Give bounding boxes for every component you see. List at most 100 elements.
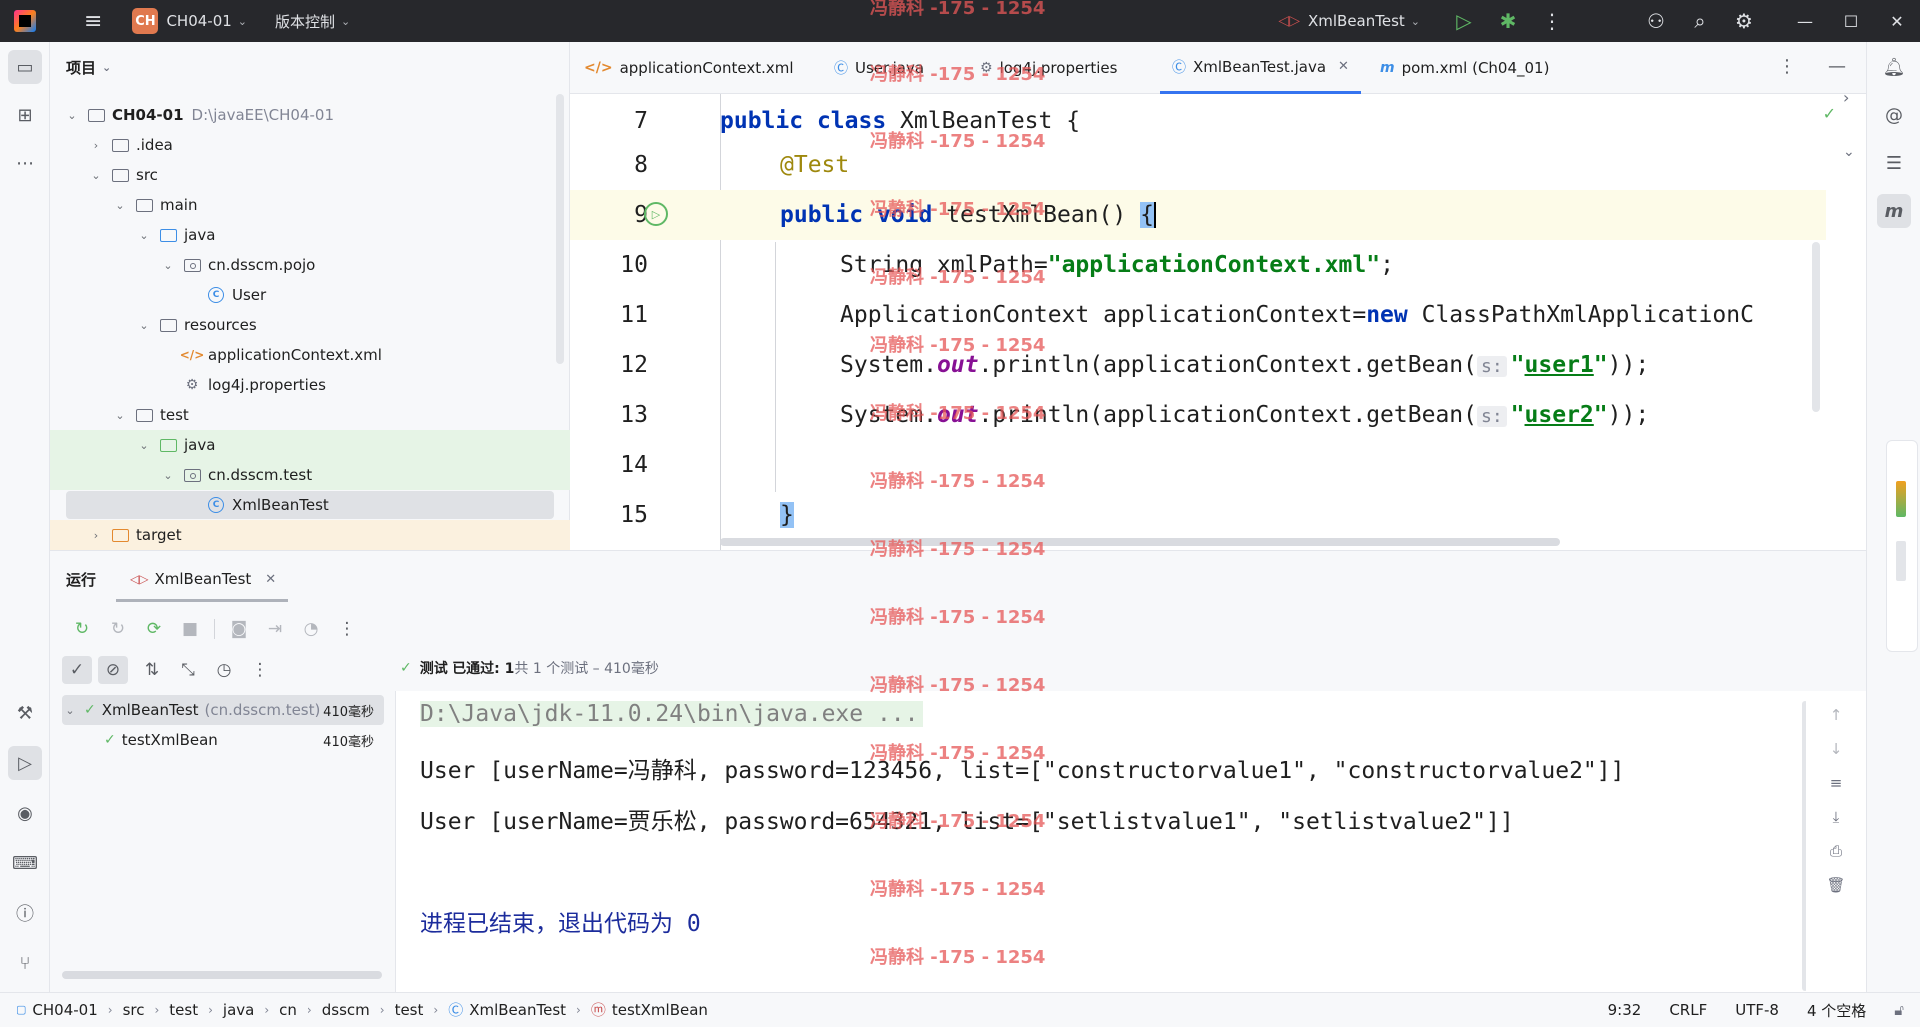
tab-user-java[interactable]: Ⓒ User.java [834, 42, 924, 94]
tree-item-log4j-properties[interactable]: ⚙ log4j.properties [50, 370, 570, 400]
console-output[interactable]: D:\Java\jdk-11.0.24\bin\java.exe ... Use… [396, 691, 1806, 993]
ai-assistant-icon[interactable]: @ [1877, 98, 1911, 132]
code-line-13[interactable]: 13 System.out.println(applicationContext… [570, 390, 1826, 440]
run-configuration-selector[interactable]: ◁▷ XmlBeanTest ⌄ [1278, 12, 1420, 30]
tabs-more-icon[interactable]: ⋮ [1778, 56, 1796, 77]
project-scrollbar[interactable] [556, 94, 564, 364]
notifications-bell-icon[interactable]: 🔔︎ [1877, 50, 1911, 84]
project-selector[interactable]: CH04-01 [166, 12, 231, 30]
indent-setting[interactable]: 4 个空格 [1807, 1000, 1866, 1021]
camera-icon[interactable]: ◙ [221, 613, 257, 645]
chevron-down-icon[interactable]: ⌄ [160, 259, 176, 272]
problems-icon[interactable]: ⓘ [8, 896, 42, 930]
tree-item-main-java[interactable]: ⌄ java [50, 220, 570, 250]
code-line-15[interactable]: 15 } [570, 490, 1826, 540]
chevron-down-icon[interactable]: ⌄ [112, 409, 128, 422]
tree-item-test-package[interactable]: ⌄ cn.dsscm.test [50, 460, 570, 490]
chevron-down-icon[interactable]: ⌄ [88, 169, 104, 182]
run-test-gutter-icon[interactable]: ▷ [644, 202, 668, 226]
chevron-down-icon[interactable]: ⌄ [1843, 144, 1855, 160]
tree-item-test-java[interactable]: ⌄ java [50, 430, 570, 460]
cursor-position[interactable]: 9:32 [1608, 1001, 1642, 1019]
tree-item-xmlbeantest-class[interactable]: C XmlBeanTest [50, 490, 570, 520]
breadcrumb-item[interactable]: java [223, 1001, 254, 1019]
run-panel-icon[interactable]: ▷ [8, 746, 42, 780]
breadcrumb-item[interactable]: dsscm [322, 1001, 370, 1019]
more-options-icon[interactable]: ⋮ [329, 613, 365, 645]
tree-item-src[interactable]: ⌄ src [50, 160, 570, 190]
tree-item-main[interactable]: ⌄ main [50, 190, 570, 220]
tab-run-xmlbeantest[interactable]: ◁▷ XmlBeanTest ✕ [130, 570, 276, 588]
tree-item-pojo-package[interactable]: ⌄ cn.dsscm.pojo [50, 250, 570, 280]
tab-log4j-properties[interactable]: ⚙ log4j.properties [980, 42, 1117, 94]
close-tab-icon[interactable]: ✕ [1338, 59, 1349, 74]
close-button[interactable]: ✕ [1874, 0, 1920, 42]
intellij-logo-icon[interactable] [14, 10, 36, 32]
more-tools-icon[interactable]: ⋯ [8, 146, 42, 180]
tab-application-context-xml[interactable]: </> applicationContext.xml [584, 42, 794, 94]
minimize-button[interactable]: — [1782, 0, 1828, 42]
more-actions-icon[interactable]: ⋮ [1530, 0, 1574, 42]
chevron-right-icon[interactable]: › [88, 139, 104, 152]
code-line-8[interactable]: 8 @Test [570, 140, 1826, 190]
debug-icon[interactable]: ✱ [1486, 0, 1530, 42]
chevron-down-icon[interactable]: ⌄ [160, 469, 176, 482]
history-clock-icon[interactable]: ◷ [206, 654, 242, 686]
breadcrumb-item[interactable]: testXmlBean [612, 1001, 708, 1019]
sort-icon[interactable]: ⇅ [134, 654, 170, 686]
code-line-11[interactable]: 11 ApplicationContext applicationContext… [570, 290, 1826, 340]
show-ignored-icon[interactable]: ⊘ [98, 656, 128, 684]
breadcrumb-item[interactable]: test [395, 1001, 424, 1019]
rerun-icon[interactable]: ↻ [64, 613, 100, 645]
editor-vertical-scrollbar[interactable] [1812, 242, 1820, 412]
tree-item-test[interactable]: ⌄ test [50, 400, 570, 430]
services-icon[interactable]: ◉ [8, 796, 42, 830]
minimize-panel-icon[interactable]: — [1828, 56, 1846, 77]
close-tab-icon[interactable]: ✕ [265, 572, 276, 587]
line-separator[interactable]: CRLF [1669, 1001, 1707, 1019]
structure-icon[interactable]: ⊞ [8, 98, 42, 132]
arrow-up-icon[interactable]: ↑ [1822, 701, 1850, 729]
tab-pom-xml[interactable]: m pom.xml (Ch04_01) [1380, 42, 1549, 94]
project-folder-icon[interactable]: ▭ [8, 50, 42, 84]
print-icon[interactable]: ⎙ [1822, 837, 1850, 865]
collapse-icon[interactable]: ⤡ [170, 654, 206, 686]
code-line-10[interactable]: 10 String xmlPath="applicationContext.xm… [570, 240, 1826, 290]
build-hammer-icon[interactable]: ⚒ [8, 696, 42, 730]
vcs-menu[interactable]: 版本控制 [275, 11, 335, 32]
toggle-auto-test-icon[interactable]: ⟳ [136, 613, 172, 645]
add-user-icon[interactable]: ⚇ [1634, 0, 1678, 42]
code-line-14[interactable]: 14 [570, 440, 1826, 490]
soft-wrap-icon[interactable]: ≡ [1822, 769, 1850, 797]
run-icon[interactable]: ▷ [1442, 0, 1486, 42]
chevron-down-icon[interactable]: ⌄ [136, 439, 152, 452]
editor-horizontal-scrollbar[interactable] [720, 538, 1560, 546]
tree-item-resources[interactable]: ⌄ resources [50, 310, 570, 340]
terminal-icon[interactable]: ⌨ [8, 846, 42, 880]
tree-item-user-class[interactable]: C User [50, 280, 570, 310]
test-tree-class-row[interactable]: ⌄ ✓ XmlBeanTest (cn.dsscm.test) 410毫秒 [62, 695, 384, 725]
breadcrumb-item[interactable]: src [123, 1001, 145, 1019]
chevron-down-icon[interactable]: ⌄ [64, 109, 80, 122]
maven-icon[interactable]: m [1877, 194, 1911, 228]
chevron-right-icon[interactable]: › [1843, 88, 1849, 107]
code-line-7[interactable]: 7 public class XmlBeanTest { [570, 96, 1826, 146]
tree-item-target[interactable]: › target [50, 520, 570, 550]
coverage-icon[interactable]: ◔ [293, 613, 329, 645]
main-menu-icon[interactable]: ≡ [84, 9, 102, 34]
chevron-right-icon[interactable]: › [88, 529, 104, 542]
tree-item-application-context-xml[interactable]: </> applicationContext.xml [50, 340, 570, 370]
chevron-down-icon[interactable]: ⌄ [238, 15, 247, 28]
chevron-down-icon[interactable]: ⌄ [341, 15, 350, 28]
search-icon[interactable]: ⌕ [1678, 0, 1722, 42]
breadcrumb-item[interactable]: cn [279, 1001, 297, 1019]
show-passed-check-icon[interactable]: ✓ [62, 656, 92, 684]
stop-icon[interactable]: ■ [172, 613, 208, 645]
chevron-down-icon[interactable]: ⌄ [62, 704, 78, 717]
import-tests-icon[interactable]: ⇥ [257, 613, 293, 645]
settings-gear-icon[interactable]: ⚙ [1722, 0, 1766, 42]
chevron-down-icon[interactable]: ⌄ [136, 229, 152, 242]
tree-item-project-root[interactable]: ⌄ CH04-01 D:\javaEE\CH04-01 [50, 100, 570, 130]
trash-icon[interactable]: 🗑︎ [1822, 871, 1850, 899]
code-line-9[interactable]: 9 public void testXmlBean() { [570, 190, 1826, 240]
